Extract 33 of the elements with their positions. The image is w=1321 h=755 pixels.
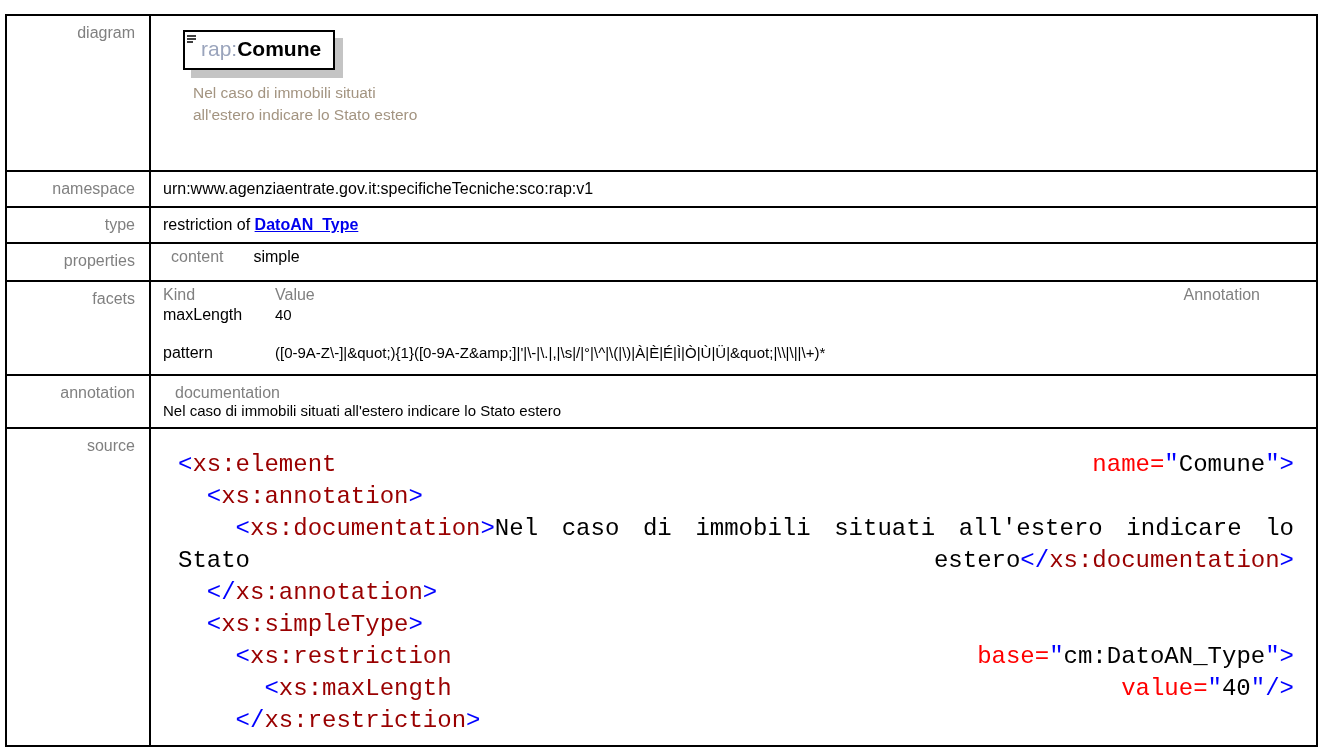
row-label: annotation <box>60 384 135 401</box>
property-value: simple <box>253 248 300 266</box>
code-line: <xs:maxLength value="40"/> <box>263 674 1294 704</box>
facet-value: ([0-9A-Z\-]|&quot;){1}([0-9A-Z&amp;]|'|\-|\.|,|\s|/|°|\^|\(|\)|À|È|É|Ì|Ò|Ù|Ü|&quot;|\\|\||\+)* <box>275 344 827 362</box>
lines-icon <box>187 35 196 43</box>
code-line: <xs:element name="Comune"> <box>178 450 1294 480</box>
code-line: Stato estero</xs:documentation> <box>178 546 1294 576</box>
namespace-value: urn:www.agenziaentrate.gov.it:specificheTecniche:sco:rap:v1 <box>163 180 594 197</box>
facet-kind: maxLength <box>163 306 244 324</box>
column-header: Value <box>275 286 316 304</box>
row-label: facets <box>92 290 135 307</box>
type-link[interactable]: DatoAN_Type <box>254 216 359 233</box>
row-label: source <box>86 437 135 454</box>
diagram-caption: Nel caso di immobili situati all'estero indicare lo Stato estero <box>193 83 419 125</box>
annotation-heading: documentation <box>174 384 281 402</box>
code-line: <xs:annotation> <box>205 482 424 512</box>
row-label: diagram <box>77 24 135 41</box>
code-line: </xs:annotation> <box>205 578 439 608</box>
code-line: </xs:restriction> <box>234 706 482 736</box>
column-header: Kind <box>163 286 197 304</box>
code-line: <xs:documentation>Nel caso di immobili situati all'estero indicare lo <box>234 514 1294 544</box>
type-text: restriction of <box>163 216 251 233</box>
code-line: <xs:restriction base="cm:DatoAN_Type"> <box>234 642 1294 672</box>
property-key: content <box>171 248 224 266</box>
column-header: Annotation <box>1183 286 1260 304</box>
row-label: properties <box>63 252 135 269</box>
element-name: rap:Comune <box>201 37 322 61</box>
code-line: <xs:simpleType> <box>205 610 424 640</box>
facet-value: 40 <box>275 306 293 324</box>
row-label: namespace <box>52 180 135 197</box>
annotation-text: Nel caso di immobili situati all'estero indicare lo Stato estero <box>163 402 563 419</box>
row-label: type <box>104 216 135 233</box>
facet-kind: pattern <box>163 344 214 362</box>
